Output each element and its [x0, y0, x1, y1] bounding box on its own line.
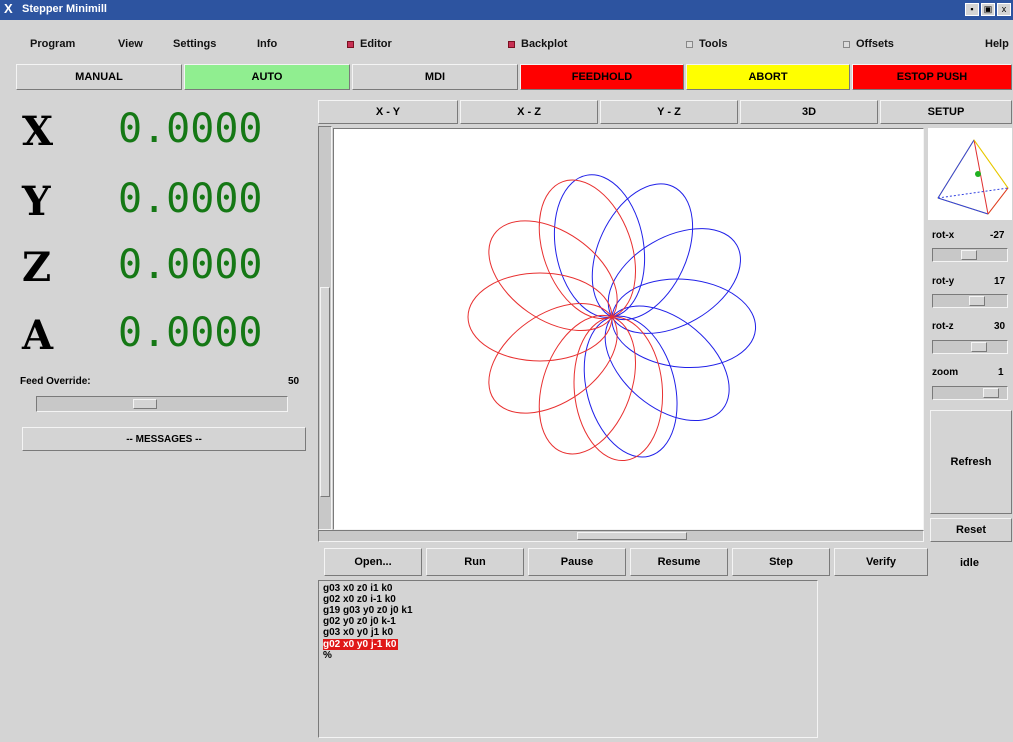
- resume-button[interactable]: Resume: [630, 548, 728, 576]
- zoom-value: 1: [998, 367, 1004, 378]
- feed-override-label: Feed Override:: [20, 376, 91, 387]
- toolpath-arc-red: [538, 179, 636, 320]
- checkbox-checked-icon: [347, 40, 354, 48]
- gcode-line[interactable]: g19 g03 y0 z0 j0 k1: [323, 605, 813, 616]
- tab-3d[interactable]: 3D: [740, 100, 878, 124]
- axis-x-value: 0.0000: [118, 106, 263, 152]
- backplot-label: Backplot: [521, 38, 568, 50]
- abort-button[interactable]: ABORT: [686, 64, 850, 90]
- toolpath-arc-blue: [611, 278, 757, 369]
- backplot-canvas[interactable]: [333, 128, 924, 530]
- rotx-slider-thumb[interactable]: [961, 250, 977, 260]
- title-bar: X Stepper Minimill ▪ ▣ x: [0, 0, 1013, 20]
- maximize-button[interactable]: ▣: [981, 3, 995, 16]
- axis-x-label: X: [22, 108, 54, 155]
- feed-slider-thumb[interactable]: [133, 399, 157, 409]
- axis-a-label: A: [22, 312, 54, 359]
- gcode-line[interactable]: g02 y0 z0 j0 k-1: [323, 616, 813, 627]
- messages-button[interactable]: -- MESSAGES --: [22, 427, 306, 451]
- checkbox-unchecked-icon: [843, 40, 850, 48]
- rotx-value: -27: [990, 230, 1005, 241]
- pause-button[interactable]: Pause: [528, 548, 626, 576]
- offsets-toggle[interactable]: Offsets: [843, 30, 894, 58]
- toolpath-plot: [467, 174, 757, 462]
- checkbox-checked-icon: [508, 40, 515, 48]
- axis-a-value: 0.0000: [118, 310, 263, 356]
- tab-xz[interactable]: X - Z: [460, 100, 598, 124]
- menu-settings[interactable]: Settings: [173, 30, 216, 58]
- vertical-scroll-thumb[interactable]: [320, 287, 330, 497]
- tab-setup[interactable]: SETUP: [880, 100, 1012, 124]
- roty-slider[interactable]: [932, 294, 1008, 308]
- status-label: idle: [960, 557, 979, 569]
- rotz-slider[interactable]: [932, 340, 1008, 354]
- manual-button[interactable]: MANUAL: [16, 64, 182, 90]
- vertical-scrollbar[interactable]: [318, 126, 332, 530]
- verify-button[interactable]: Verify: [834, 548, 928, 576]
- refresh-button[interactable]: Refresh: [930, 410, 1012, 514]
- horizontal-scroll-thumb[interactable]: [577, 532, 687, 540]
- rotz-label: rot-z: [932, 321, 954, 332]
- open-button[interactable]: Open...: [324, 548, 422, 576]
- axis-y-label: Y: [22, 178, 51, 225]
- feedhold-button[interactable]: FEEDHOLD: [520, 64, 684, 90]
- orientation-preview: [928, 128, 1012, 220]
- zoom-slider[interactable]: [932, 386, 1008, 400]
- pyramid-orientation-icon: [937, 139, 1009, 215]
- roty-value: 17: [994, 276, 1006, 287]
- tab-xy[interactable]: X - Y: [318, 100, 458, 124]
- axis-y-value: 0.0000: [118, 176, 263, 222]
- feed-override-slider[interactable]: [36, 396, 288, 412]
- x-logo-icon: X: [4, 1, 13, 16]
- gcode-line[interactable]: g03 x0 y0 j1 k0: [323, 627, 813, 638]
- gcode-line[interactable]: %: [323, 650, 813, 661]
- close-button[interactable]: x: [997, 3, 1011, 16]
- menu-bar: Program View Settings Info Editor Backpl…: [0, 30, 1013, 58]
- window-title: Stepper Minimill: [22, 3, 107, 15]
- menu-help[interactable]: Help: [985, 30, 1009, 58]
- gcode-line[interactable]: g02 x0 z0 i-1 k0: [323, 594, 813, 605]
- horizontal-scrollbar[interactable]: [318, 530, 924, 542]
- roty-label: rot-y: [932, 276, 955, 287]
- editor-label: Editor: [360, 38, 392, 50]
- axis-z-value: 0.0000: [118, 242, 263, 288]
- tools-label: Tools: [699, 38, 728, 50]
- toolpath-arc-red: [538, 314, 636, 455]
- gcode-line[interactable]: g03 x0 z0 i1 k0: [323, 583, 813, 594]
- rotx-label: rot-x: [932, 230, 955, 241]
- gcode-listing[interactable]: g03 x0 z0 i1 k0 g02 x0 z0 i-1 k0 g19 g03…: [318, 580, 818, 738]
- menu-info[interactable]: Info: [257, 30, 277, 58]
- roty-slider-thumb[interactable]: [969, 296, 985, 306]
- axis-z-label: Z: [22, 244, 52, 291]
- reset-button[interactable]: Reset: [930, 518, 1012, 542]
- run-button[interactable]: Run: [426, 548, 524, 576]
- rotx-slider[interactable]: [932, 248, 1008, 262]
- rotz-value: 30: [994, 321, 1006, 332]
- tab-yz[interactable]: Y - Z: [600, 100, 738, 124]
- step-button[interactable]: Step: [732, 548, 830, 576]
- feed-override-value: 50: [288, 376, 300, 387]
- rotz-slider-thumb[interactable]: [971, 342, 987, 352]
- mdi-button[interactable]: MDI: [352, 64, 518, 90]
- status-area: [818, 580, 1012, 738]
- auto-button[interactable]: AUTO: [184, 64, 350, 90]
- gcode-current-line[interactable]: g02 x0 y0 j-1 k0: [323, 639, 399, 650]
- menu-view[interactable]: View: [118, 30, 143, 58]
- estop-button[interactable]: ESTOP PUSH: [852, 64, 1012, 90]
- offsets-label: Offsets: [856, 38, 894, 50]
- toolpath-arc-red: [488, 302, 618, 414]
- editor-toggle[interactable]: Editor: [347, 30, 392, 58]
- tools-toggle[interactable]: Tools: [686, 30, 728, 58]
- menu-program[interactable]: Program: [30, 30, 75, 58]
- backplot-toggle[interactable]: Backplot: [508, 30, 567, 58]
- zoom-slider-thumb[interactable]: [983, 388, 999, 398]
- checkbox-unchecked-icon: [686, 40, 693, 48]
- toolpath-arc-red: [488, 220, 618, 332]
- zoom-label: zoom: [932, 367, 959, 378]
- minimize-button[interactable]: ▪: [965, 3, 979, 16]
